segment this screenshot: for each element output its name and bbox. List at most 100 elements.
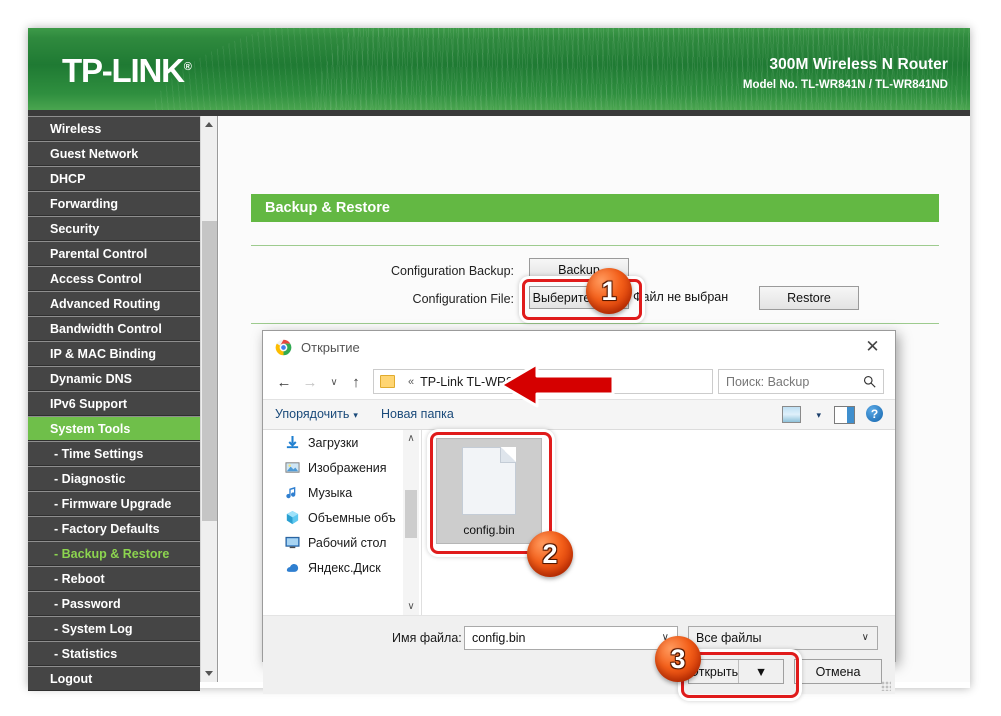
sidebar-item-ip-mac-binding[interactable]: IP & MAC Binding: [28, 341, 200, 366]
search-icon[interactable]: [863, 375, 876, 391]
file-list-pane: config.bin: [422, 430, 895, 615]
downloads-icon: [285, 435, 300, 450]
recent-locations-chevron-icon[interactable]: ∨: [323, 371, 345, 393]
dialog-titlebar: Открытие ✕: [263, 331, 895, 365]
sidebar-item-forwarding[interactable]: Forwarding: [28, 191, 200, 216]
filename-input[interactable]: config.bin ∨: [464, 626, 678, 650]
up-arrow-icon[interactable]: ↑: [345, 371, 367, 393]
tp-link-logo: TP-LINK®: [62, 52, 192, 90]
nav-pane-item-downloads[interactable]: Загрузки: [263, 430, 421, 455]
help-icon[interactable]: ?: [866, 405, 883, 422]
dialog-footer: Имя файла: config.bin ∨ Все файлы ∨ Откр…: [263, 615, 895, 698]
sidebar-item-access-control[interactable]: Access Control: [28, 266, 200, 291]
pictures-icon: [285, 460, 300, 475]
nav-pane-item-label: Яндекс.Диск: [308, 560, 381, 575]
desktop-icon: [285, 535, 300, 550]
navpane-scrollbar-thumb[interactable]: [405, 490, 417, 538]
nav-pane-item-label: Изображения: [308, 460, 387, 475]
sidebar-item-statistics[interactable]: - Statistics: [28, 641, 200, 666]
sidebar-item-logout[interactable]: Logout: [28, 666, 200, 691]
nav-pane-item-label: Музыка: [308, 485, 353, 500]
page-title: Backup & Restore: [251, 194, 939, 222]
filter-chevron-down-icon[interactable]: ∨: [862, 632, 869, 643]
sidebar-scrollbar[interactable]: [200, 116, 217, 682]
scroll-up-arrow-icon[interactable]: [201, 116, 217, 133]
sidebar-item-reboot[interactable]: - Reboot: [28, 566, 200, 591]
sidebar-item-backup-restore[interactable]: - Backup & Restore: [28, 541, 200, 566]
sidebar-item-dynamic-dns[interactable]: Dynamic DNS: [28, 366, 200, 391]
sidebar-item-ipv6-support[interactable]: IPv6 Support: [28, 391, 200, 416]
sidebar-item-dhcp[interactable]: DHCP: [28, 166, 200, 191]
view-mode-icon[interactable]: [782, 406, 801, 423]
3d-objects-icon: [285, 510, 300, 525]
sidebar-item-advanced-routing[interactable]: Advanced Routing: [28, 291, 200, 316]
sidebar-item-time-settings[interactable]: - Time Settings: [28, 441, 200, 466]
open-dropdown-chevron-icon[interactable]: ▼: [738, 660, 783, 683]
navigation-pane-scrollbar[interactable]: ∧ ∨: [403, 430, 419, 615]
filename-value: config.bin: [472, 631, 526, 645]
sidebar-item-diagnostic[interactable]: - Diagnostic: [28, 466, 200, 491]
configuration-file-label: Configuration File:: [412, 292, 514, 306]
forward-arrow-icon[interactable]: →: [299, 371, 321, 393]
yandex-disk-icon: [285, 560, 300, 575]
navpane-scroll-up-icon[interactable]: ∧: [403, 430, 419, 447]
sidebar-item-bandwidth-control[interactable]: Bandwidth Control: [28, 316, 200, 341]
close-icon[interactable]: ✕: [850, 331, 895, 362]
sidebar-item-parental-control[interactable]: Parental Control: [28, 241, 200, 266]
navigation-pane: Загрузки Изображения Музыка Объемные объ Раб…: [263, 430, 421, 615]
registered-trademark-icon: ®: [183, 61, 192, 73]
scroll-down-arrow-icon[interactable]: [201, 665, 217, 682]
filename-label: Имя файла:: [392, 631, 462, 645]
sidebar-scrollbar-thumb[interactable]: [202, 221, 217, 521]
preview-pane-icon[interactable]: [834, 406, 855, 424]
sidebar-item-system-log[interactable]: - System Log: [28, 616, 200, 641]
step-badge-2: 2: [527, 531, 573, 577]
open-button[interactable]: Открыть ▼: [688, 659, 784, 684]
organize-menu-button[interactable]: Упорядочить ▾: [275, 407, 358, 421]
sidebar-item-password[interactable]: - Password: [28, 591, 200, 616]
sidebar-item-wireless[interactable]: Wireless: [28, 116, 200, 141]
sidebar-item-system-tools[interactable]: System Tools: [28, 416, 200, 441]
music-icon: [285, 485, 300, 500]
nav-pane-item-pictures[interactable]: Изображения: [263, 455, 421, 480]
configuration-backup-label: Configuration Backup:: [391, 264, 514, 278]
restore-button[interactable]: Restore: [759, 286, 859, 310]
sidebar-item-firmware-upgrade[interactable]: - Firmware Upgrade: [28, 491, 200, 516]
sidebar: Wireless Guest Network DHCP Forwarding Secur…: [28, 116, 218, 691]
chevron-down-icon: ▾: [353, 410, 358, 420]
red-arrow-annotation: [499, 362, 615, 408]
nav-pane-item-label: Объемные объ: [308, 510, 396, 525]
search-input[interactable]: Поиск: Backup: [718, 369, 884, 394]
step-badge-1: 1: [586, 268, 632, 314]
file-type-filter-select[interactable]: Все файлы ∨: [688, 626, 878, 650]
chrome-icon: [275, 339, 292, 356]
file-item-config-bin[interactable]: config.bin: [436, 438, 542, 544]
nav-pane-item-3d-objects[interactable]: Объемные объ: [263, 505, 421, 530]
new-folder-button[interactable]: Новая папка: [381, 407, 454, 421]
file-icon: [462, 447, 516, 515]
dialog-body: Загрузки Изображения Музыка Объемные объ Раб…: [263, 430, 895, 615]
file-type-filter-value: Все файлы: [696, 631, 762, 645]
no-file-selected-text: Файл не выбран: [633, 290, 729, 304]
navpane-scroll-down-icon[interactable]: ∨: [403, 598, 419, 615]
folder-icon: [380, 375, 395, 388]
back-arrow-icon[interactable]: ←: [273, 371, 295, 393]
cancel-button[interactable]: Отмена: [794, 659, 882, 684]
file-name-label: config.bin: [463, 523, 515, 537]
divider-bottom: [251, 323, 939, 324]
router-model-title: 300M Wireless N Router: [769, 56, 948, 73]
model-info: 300M Wireless N Router Model No. TL-WR84…: [743, 56, 948, 91]
sidebar-item-guest-network[interactable]: Guest Network: [28, 141, 200, 166]
view-mode-chevron-down-icon[interactable]: ▾: [816, 410, 821, 421]
resize-grip[interactable]: [881, 681, 891, 691]
nav-pane-item-music[interactable]: Музыка: [263, 480, 421, 505]
breadcrumb-prefix: «: [408, 375, 415, 388]
nav-pane-item-yandex-disk[interactable]: Яндекс.Диск: [263, 555, 421, 580]
nav-pane-item-desktop[interactable]: Рабочий стол: [263, 530, 421, 555]
page-header-banner: TP-LINK® 300M Wireless N Router Model No…: [28, 28, 970, 110]
search-placeholder: Поиск: Backup: [726, 374, 810, 389]
router-model-number: Model No. TL-WR841N / TL-WR841ND: [742, 79, 948, 91]
sidebar-item-factory-defaults[interactable]: - Factory Defaults: [28, 516, 200, 541]
nav-pane-item-label: Загрузки: [308, 435, 359, 450]
sidebar-item-security[interactable]: Security: [28, 216, 200, 241]
